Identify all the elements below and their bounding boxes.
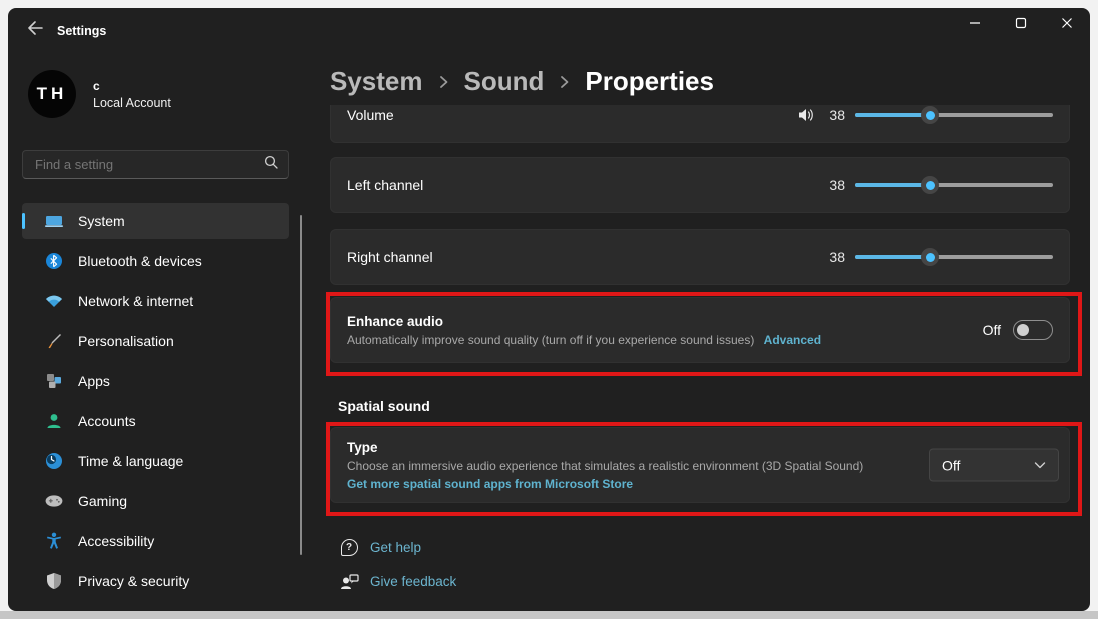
apps-icon — [44, 371, 64, 391]
right-channel-row: Right channel 38 — [330, 229, 1070, 285]
enhance-audio-toggle[interactable] — [1013, 320, 1053, 340]
maximize-icon — [1015, 16, 1027, 34]
sidebar-item-time-language[interactable]: Time & language — [22, 443, 289, 479]
sidebar-item-label: Accessibility — [78, 533, 154, 549]
close-button[interactable] — [1044, 8, 1090, 42]
account-type: Local Account — [93, 96, 171, 110]
right-channel-slider-thumb[interactable] — [921, 248, 939, 266]
enhance-audio-toggle-state: Off — [983, 322, 1001, 338]
sidebar-item-system[interactable]: System — [22, 203, 289, 239]
volume-label: Volume — [347, 107, 797, 123]
time-language-icon — [44, 451, 64, 471]
sidebar-item-label: Privacy & security — [78, 573, 189, 589]
system-icon — [44, 211, 64, 231]
enhance-audio-title: Enhance audio — [347, 314, 929, 329]
maximize-button[interactable] — [998, 8, 1044, 42]
sidebar-item-label: System — [78, 213, 125, 229]
right-channel-slider[interactable] — [855, 255, 1053, 259]
volume-slider[interactable] — [855, 113, 1053, 117]
give-feedback-icon — [338, 570, 360, 592]
desktop-background — [0, 611, 1098, 619]
search-box[interactable] — [22, 150, 289, 179]
left-channel-label: Left channel — [347, 177, 825, 193]
volume-row-viewport: Volume 38 — [330, 105, 1070, 145]
search-input[interactable] — [33, 156, 264, 173]
network-icon — [44, 291, 64, 311]
volume-slider-thumb[interactable] — [921, 106, 939, 124]
sidebar-item-label: Accounts — [78, 413, 136, 429]
sidebar-item-personalisation[interactable]: Personalisation — [22, 323, 289, 359]
left-channel-row: Left channel 38 — [330, 157, 1070, 213]
titlebar: Settings — [8, 8, 1090, 52]
account-card[interactable]: TH c Local Account — [28, 70, 171, 118]
right-channel-value: 38 — [825, 249, 845, 265]
enhance-audio-row: Enhance audio Automatically improve soun… — [330, 297, 1070, 363]
close-icon — [1061, 16, 1073, 34]
avatar: TH — [28, 70, 76, 118]
spatial-store-link[interactable]: Get more spatial sound apps from Microso… — [347, 477, 633, 491]
minimize-button[interactable] — [952, 8, 998, 42]
sidebar-item-accounts[interactable]: Accounts — [22, 403, 289, 439]
account-name: c — [93, 79, 171, 93]
sidebar-item-bluetooth[interactable]: Bluetooth & devices — [22, 243, 289, 279]
slider-fill — [855, 255, 930, 259]
sidebar-item-gaming[interactable]: Gaming — [22, 483, 289, 519]
slider-fill — [855, 183, 930, 187]
left-channel-slider-thumb[interactable] — [921, 176, 939, 194]
app-title: Settings — [57, 17, 106, 45]
breadcrumb-sound[interactable]: Sound — [464, 66, 545, 97]
sidebar-item-privacy[interactable]: Privacy & security — [22, 563, 289, 599]
sidebar-item-network[interactable]: Network & internet — [22, 283, 289, 319]
left-channel-value: 38 — [825, 177, 845, 193]
bluetooth-icon — [44, 251, 64, 271]
slider-fill — [855, 113, 930, 117]
spatial-sound-heading: Spatial sound — [338, 398, 430, 414]
advanced-link[interactable]: Advanced — [764, 333, 821, 347]
sidebar-nav: System Bluetooth & devices Network & int… — [22, 203, 289, 603]
give-feedback-link[interactable]: Give feedback — [338, 570, 456, 592]
sidebar-item-label: Network & internet — [78, 293, 193, 309]
right-channel-label: Right channel — [347, 249, 825, 265]
type-description: Choose an immersive audio experience tha… — [347, 459, 909, 473]
accounts-icon — [44, 411, 64, 431]
sidebar-item-label: Personalisation — [78, 333, 174, 349]
left-channel-slider[interactable] — [855, 183, 1053, 187]
spatial-type-dropdown[interactable]: Off — [929, 449, 1059, 482]
volume-value: 38 — [825, 107, 845, 123]
privacy-icon — [44, 571, 64, 591]
selected-indicator — [22, 213, 25, 229]
spatial-type-row: Type Choose an immersive audio experienc… — [330, 427, 1070, 503]
personalisation-icon — [44, 331, 64, 351]
back-arrow-icon — [27, 21, 43, 40]
get-help-icon: ? — [338, 536, 360, 558]
breadcrumb-system[interactable]: System — [330, 66, 423, 97]
sidebar-item-apps[interactable]: Apps — [22, 363, 289, 399]
breadcrumb-properties: Properties — [585, 66, 714, 97]
minimize-icon — [969, 16, 981, 34]
sidebar-item-label: Bluetooth & devices — [78, 253, 202, 269]
sidebar-item-label: Apps — [78, 373, 110, 389]
sidebar-item-accessibility[interactable]: Accessibility — [22, 523, 289, 559]
screenshot-stage: Settings TH c Local Account — [0, 0, 1098, 619]
back-button[interactable] — [20, 16, 50, 44]
type-title: Type — [347, 440, 909, 455]
chevron-right-icon — [437, 73, 450, 91]
dropdown-value: Off — [942, 457, 1034, 473]
search-icon — [264, 155, 278, 174]
sidebar-item-label: Time & language — [78, 453, 183, 469]
enhance-audio-description: Automatically improve sound quality (tur… — [347, 333, 754, 347]
get-help-link[interactable]: ? Get help — [338, 536, 421, 558]
accessibility-icon — [44, 531, 64, 551]
gaming-icon — [44, 491, 64, 511]
sidebar-item-label: Gaming — [78, 493, 127, 509]
settings-window: Settings TH c Local Account — [8, 8, 1090, 611]
chevron-down-icon — [1034, 456, 1046, 474]
scrollbar[interactable] — [300, 215, 302, 555]
volume-row: Volume 38 — [330, 105, 1070, 143]
toggle-knob — [1017, 324, 1029, 336]
breadcrumb: System Sound Properties — [330, 66, 714, 97]
speaker-icon[interactable] — [797, 107, 815, 123]
chevron-right-icon — [558, 73, 571, 91]
